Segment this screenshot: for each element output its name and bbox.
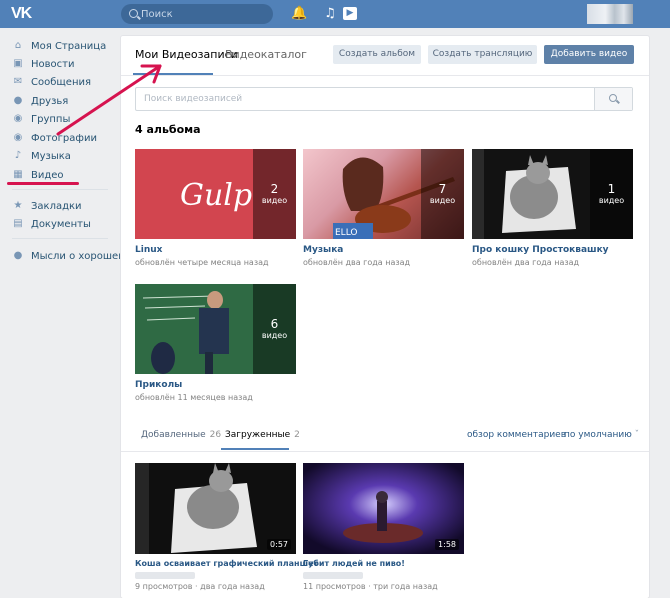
annotation-arrow	[56, 64, 162, 136]
